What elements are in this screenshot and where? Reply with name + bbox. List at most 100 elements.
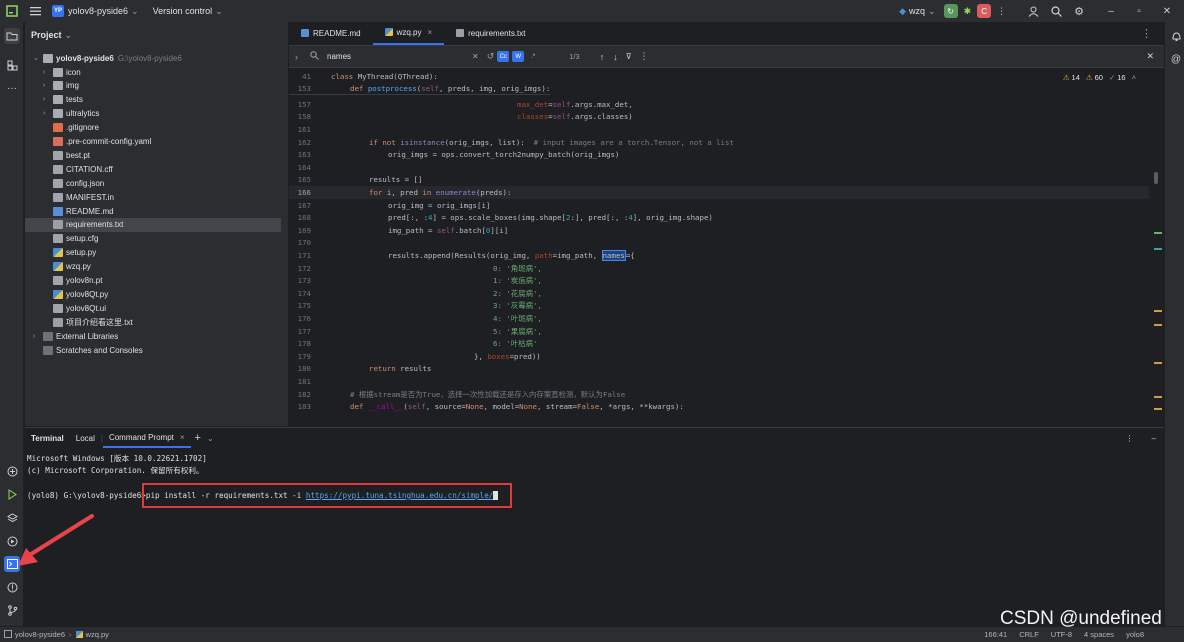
settings-gear-icon[interactable]: ⚙ xyxy=(1074,5,1084,18)
ai-assistant-icon[interactable]: @ xyxy=(1168,51,1184,67)
close-find-icon[interactable]: ✕ xyxy=(1146,51,1154,62)
tabs-more-icon[interactable]: ⋮ xyxy=(1141,21,1164,45)
indent-setting[interactable]: 4 spaces xyxy=(1084,630,1114,639)
terminal-options-icon[interactable]: ⋮ xyxy=(1126,434,1134,443)
notifications-icon[interactable] xyxy=(1168,28,1184,44)
filter-icon[interactable]: ⊽ xyxy=(626,52,632,61)
close-tab-icon[interactable]: × xyxy=(180,433,185,442)
tree-item-label: yolov8Qt.py xyxy=(66,289,109,299)
breadcrumb-file[interactable]: wzq.py xyxy=(86,630,109,639)
tree-external-libraries[interactable]: › External Libraries xyxy=(25,329,288,343)
code-line: 41 class MyThread(QThread): xyxy=(302,71,438,81)
run-config-selector[interactable]: ◆ wzq ⌄ xyxy=(899,6,935,17)
tree-item[interactable]: MANIFEST.in xyxy=(25,190,281,204)
caret-position[interactable]: 166:41 xyxy=(984,630,1007,639)
more-tools-icon[interactable]: ··· xyxy=(4,80,20,96)
account-icon[interactable] xyxy=(1028,6,1039,17)
tree-item[interactable]: CITATION.cff xyxy=(25,162,281,176)
tree-item[interactable]: setup.py xyxy=(25,246,281,260)
tree-scratches[interactable]: Scratches and Consoles xyxy=(25,343,288,357)
tree-item[interactable]: requirements.txt xyxy=(25,217,281,232)
clear-search-icon[interactable]: ✕ xyxy=(472,52,479,61)
tree-item[interactable]: .pre-commit-config.yaml xyxy=(25,135,281,149)
git-branch-icon[interactable] xyxy=(4,602,20,618)
tree-item[interactable]: yolov8Qt.ui xyxy=(25,301,281,315)
editor-scrollbar-thumb[interactable] xyxy=(1154,172,1158,184)
python-file-icon xyxy=(53,262,63,272)
python-packages-icon[interactable] xyxy=(4,463,20,479)
problems-icon[interactable] xyxy=(4,579,20,595)
tree-item[interactable]: › icon xyxy=(25,65,281,79)
interpreter-selector[interactable]: yolo8 xyxy=(1126,630,1144,639)
chevron-down-icon[interactable]: ⌄ xyxy=(207,434,214,443)
expand-arrow-icon: › xyxy=(43,82,46,90)
terminal-output-line: Microsoft Windows [版本 10.0.22621.1702] xyxy=(27,454,207,463)
structure-icon[interactable] xyxy=(4,57,20,73)
tree-item[interactable]: README.md xyxy=(25,204,281,218)
tree-item[interactable]: best.pt xyxy=(25,148,281,162)
python-file-icon xyxy=(53,289,63,299)
whole-word-button[interactable]: W xyxy=(512,51,525,62)
find-input[interactable]: names xyxy=(327,52,472,61)
app-logo-icon[interactable] xyxy=(6,5,18,17)
tree-item[interactable]: 项目介绍看这里.txt xyxy=(25,315,281,329)
tab-local[interactable]: Local xyxy=(70,428,101,448)
tab-readme[interactable]: README.md xyxy=(289,21,373,45)
tree-item-label: setup.cfg xyxy=(66,234,99,244)
tree-root-folder[interactable]: ⌄ yolov8-pyside6 G:\yolov8-pyside6 xyxy=(25,51,288,65)
line-separator[interactable]: CRLF xyxy=(1019,630,1039,639)
tree-item[interactable]: .gitignore xyxy=(25,121,281,135)
hide-panel-icon[interactable]: – xyxy=(1152,434,1156,443)
tab-requirements[interactable]: requirements.txt xyxy=(444,21,537,45)
previous-match-icon[interactable]: ↑ xyxy=(600,52,605,62)
tab-label: README.md xyxy=(313,28,361,38)
history-icon[interactable]: ↺ xyxy=(487,51,495,62)
tree-item[interactable]: › ultralytics xyxy=(25,107,281,121)
code-line: 165 results = [] xyxy=(297,175,423,185)
tree-item[interactable]: wzq.py xyxy=(25,260,281,274)
expand-arrow-icon: › xyxy=(33,332,36,340)
tree-item[interactable]: › img xyxy=(25,79,281,93)
tree-item-label: README.md xyxy=(66,206,114,216)
project-folder-icon[interactable] xyxy=(4,28,20,44)
main-menu-icon[interactable] xyxy=(30,6,42,16)
project-selector[interactable]: YP yolov8-pyside6 ⌄ xyxy=(52,5,139,17)
layers-icon[interactable] xyxy=(4,510,20,526)
services-icon[interactable] xyxy=(4,533,20,549)
more-options-icon[interactable]: ⋮ xyxy=(640,51,649,62)
breadcrumb-project[interactable]: yolov8-pyside6 xyxy=(15,630,65,639)
project-panel-header[interactable]: Project ⌄ xyxy=(25,22,288,48)
match-case-button[interactable]: Cc xyxy=(497,51,510,62)
new-tab-plus-icon[interactable]: + xyxy=(195,432,201,444)
tree-item[interactable]: yolov8Qt.py xyxy=(25,287,281,301)
code-area[interactable]: 41 class MyThread(QThread): 153 def post… xyxy=(289,70,1149,426)
python-console-icon[interactable] xyxy=(4,486,20,502)
tree-item[interactable]: › tests xyxy=(25,93,281,107)
more-actions-icon[interactable]: ⋮ xyxy=(997,6,1006,17)
tree-item[interactable]: setup.cfg xyxy=(25,232,281,246)
tab-command-prompt[interactable]: Command Prompt × xyxy=(102,428,191,448)
rerun-button[interactable]: ↻ xyxy=(943,4,958,18)
close-window-button[interactable]: ✕ xyxy=(1156,6,1178,17)
file-encoding[interactable]: UTF-8 xyxy=(1051,630,1072,639)
close-tab-icon[interactable]: × xyxy=(427,28,432,37)
tab-wzq-py[interactable]: wzq.py × xyxy=(372,21,445,45)
next-match-icon[interactable]: ↓ xyxy=(613,52,618,62)
code-line: 161 xyxy=(297,124,311,134)
tree-item[interactable]: yolov8n.pt xyxy=(25,274,281,288)
code-line: 174 2: '花腐病', xyxy=(297,288,542,298)
stop-button[interactable]: C xyxy=(977,4,992,18)
regex-button[interactable]: .* xyxy=(527,51,539,62)
command-highlight-box xyxy=(142,483,512,508)
minimize-button[interactable]: – xyxy=(1100,6,1122,17)
expand-replace-icon[interactable]: › xyxy=(295,52,298,62)
debug-icon[interactable]: ✱ xyxy=(964,6,972,17)
vcs-selector[interactable]: Version control ⌄ xyxy=(153,6,223,17)
search-icon[interactable] xyxy=(1051,5,1063,17)
terminal-icon[interactable] xyxy=(4,556,20,572)
restore-button[interactable]: ▫ xyxy=(1128,6,1150,17)
warning-marker xyxy=(1154,310,1162,312)
tree-item[interactable]: config.json xyxy=(25,176,281,190)
external-libraries-label: External Libraries xyxy=(56,331,119,341)
tree-item-label: 项目介绍看这里.txt xyxy=(66,317,133,327)
